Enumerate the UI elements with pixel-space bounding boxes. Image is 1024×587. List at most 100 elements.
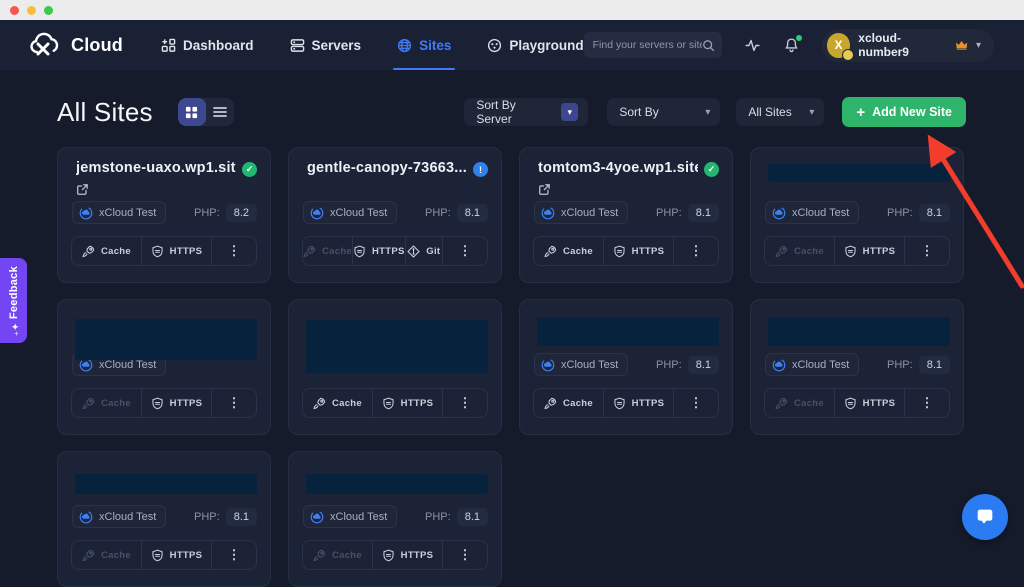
chevron-down-icon: ▾ (976, 40, 981, 51)
site-card[interactable]: xCloud Test PHP: 8.1 Cache HTTPS ⋮ (750, 147, 964, 283)
server-name: xCloud Test (561, 359, 618, 371)
shield-icon (844, 245, 857, 258)
cache-button[interactable]: Cache (72, 389, 141, 417)
site-meta-row: xCloud Test PHP: 8.1 (765, 201, 950, 224)
dropdown-value: All Sites (748, 105, 791, 119)
site-card[interactable]: xCloud Test PHP: 8.1 Cache HTTPS ⋮ (519, 299, 733, 435)
search-input[interactable] (593, 39, 702, 51)
dropdown-value: Sort By (619, 105, 658, 119)
php-version: PHP: 8.1 (194, 508, 257, 526)
cache-button[interactable]: Cache (534, 237, 603, 265)
cache-button[interactable]: Cache (765, 237, 834, 265)
nav-playground[interactable]: Playground (487, 20, 583, 70)
server-chip[interactable]: xCloud Test (303, 201, 397, 224)
php-value[interactable]: 8.1 (457, 204, 488, 222)
site-card[interactable]: jemstone-uaxo.wp1.site ✓ xCloud Test PHP… (57, 147, 271, 283)
cache-button[interactable]: Cache (765, 389, 834, 417)
add-new-site-button[interactable]: + Add New Site (842, 97, 966, 127)
card-menu-kebab-icon[interactable]: ⋮ (211, 237, 256, 265)
server-chip[interactable]: xCloud Test (303, 505, 397, 528)
php-version: PHP: 8.1 (887, 356, 950, 374)
site-card[interactable]: tomtom3-4yoe.wp1.site ✓ xCloud Test PHP:… (519, 147, 733, 283)
cache-button[interactable]: Cache (303, 541, 372, 569)
https-label: HTTPS (170, 246, 203, 257)
chat-widget-button[interactable] (962, 494, 1008, 540)
https-button[interactable]: HTTPS (141, 237, 211, 265)
nav-dashboard[interactable]: Dashboard (161, 20, 254, 70)
site-card[interactable]: xCloud Test PHP: 8.1 Cache HTTPS ⋮ (750, 299, 964, 435)
site-card[interactable]: Cache HTTPS ⋮ (288, 299, 502, 435)
php-value[interactable]: 8.1 (688, 204, 719, 222)
php-value[interactable]: 8.1 (226, 508, 257, 526)
https-button[interactable]: HTTPS (352, 237, 405, 265)
card-menu-kebab-icon[interactable]: ⋮ (673, 237, 718, 265)
cache-button[interactable]: Cache (303, 389, 372, 417)
server-chip[interactable]: xCloud Test (765, 201, 859, 224)
card-menu-kebab-icon[interactable]: ⋮ (211, 389, 256, 417)
close-window-button[interactable] (10, 6, 19, 15)
site-card[interactable]: xCloud Test PHP: 8.1 Cache HTTPS ⋮ (57, 451, 271, 587)
nav-sites[interactable]: Sites (397, 20, 451, 70)
cache-label: Cache (563, 246, 593, 257)
server-chip[interactable]: xCloud Test (72, 201, 166, 224)
card-menu-kebab-icon[interactable]: ⋮ (904, 389, 949, 417)
all-sites-filter-dropdown[interactable]: All Sites ▾ (736, 98, 824, 126)
site-card[interactable]: gentle-canopy-73663... ! xCloud Test PHP… (288, 147, 502, 283)
php-value[interactable]: 8.2 (226, 204, 257, 222)
redacted-site-title (75, 319, 257, 360)
active-tab-underline (393, 68, 455, 70)
feedback-button[interactable]: Feedback ✦⁺ (0, 258, 27, 343)
php-value[interactable]: 8.1 (457, 508, 488, 526)
xcloud-logo[interactable]: Cloud (27, 20, 123, 70)
activity-pulse-icon[interactable] (744, 37, 761, 54)
https-button[interactable]: HTTPS (141, 389, 211, 417)
cloud-server-icon (541, 358, 555, 372)
list-view-button[interactable] (206, 98, 234, 126)
minimize-window-button[interactable] (27, 6, 36, 15)
https-button[interactable]: HTTPS (834, 237, 904, 265)
user-menu[interactable]: X xcloud-number9 ▾ (822, 29, 994, 62)
git-button[interactable]: Git (405, 237, 442, 265)
sort-by-dropdown[interactable]: Sort By ▾ (607, 98, 720, 126)
php-value[interactable]: 8.1 (919, 204, 950, 222)
https-button[interactable]: HTTPS (372, 541, 442, 569)
card-menu-kebab-icon[interactable]: ⋮ (442, 389, 487, 417)
grid-view-button[interactable] (178, 98, 206, 126)
external-link-icon[interactable] (77, 182, 88, 200)
playground-icon (487, 38, 502, 53)
https-button[interactable]: HTTPS (603, 237, 673, 265)
https-button[interactable]: HTTPS (372, 389, 442, 417)
card-menu-kebab-icon[interactable]: ⋮ (673, 389, 718, 417)
server-chip[interactable]: xCloud Test (534, 201, 628, 224)
sort-by-server-dropdown[interactable]: Sort By Server ▾ (464, 98, 588, 126)
site-card[interactable]: xCloud Test PHP: 8.1 Cache HTTPS ⋮ (288, 451, 502, 587)
card-menu-kebab-icon[interactable]: ⋮ (904, 237, 949, 265)
https-label: HTTPS (632, 246, 665, 257)
card-menu-kebab-icon[interactable]: ⋮ (442, 541, 487, 569)
search-box[interactable] (584, 32, 722, 58)
php-value[interactable]: 8.1 (688, 356, 719, 374)
card-menu-kebab-icon[interactable]: ⋮ (211, 541, 256, 569)
https-button[interactable]: HTTPS (603, 389, 673, 417)
server-chip[interactable]: xCloud Test (72, 505, 166, 528)
git-icon (407, 245, 420, 258)
https-button[interactable]: HTTPS (141, 541, 211, 569)
server-chip[interactable]: xCloud Test (534, 353, 628, 376)
php-version: PHP: 8.1 (425, 204, 488, 222)
site-card[interactable]: xCloud Test Cache HTTPS ⋮ (57, 299, 271, 435)
cache-button[interactable]: Cache (72, 541, 141, 569)
zoom-window-button[interactable] (44, 6, 53, 15)
server-chip[interactable]: xCloud Test (765, 353, 859, 376)
shield-icon (353, 245, 366, 258)
php-value[interactable]: 8.1 (919, 356, 950, 374)
nav-label: Dashboard (183, 38, 254, 53)
nav-servers[interactable]: Servers (290, 20, 362, 70)
https-button[interactable]: HTTPS (834, 389, 904, 417)
cache-button[interactable]: Cache (303, 237, 352, 265)
cache-button[interactable]: Cache (534, 389, 603, 417)
php-version: PHP: 8.1 (887, 204, 950, 222)
external-link-icon[interactable] (539, 182, 550, 200)
notifications-bell-icon[interactable] (783, 37, 800, 54)
cache-button[interactable]: Cache (72, 237, 141, 265)
card-menu-kebab-icon[interactable]: ⋮ (442, 237, 487, 265)
